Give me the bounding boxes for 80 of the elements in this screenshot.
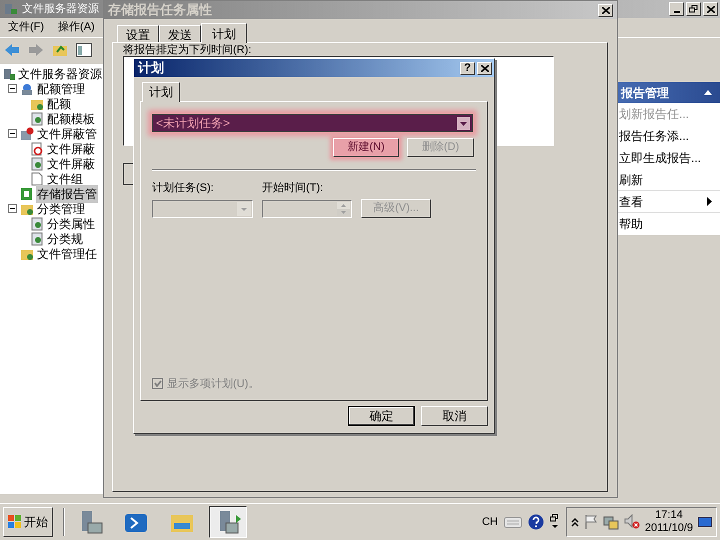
tree-node-icon	[30, 142, 44, 156]
dialog-title: 计划	[138, 59, 164, 78]
close-button[interactable]	[703, 2, 718, 16]
menu-item[interactable]: 操作(A)	[54, 19, 99, 36]
collapse-icon[interactable]	[704, 90, 712, 95]
tree-node-icon	[3, 66, 15, 80]
tab[interactable]: 设置	[117, 25, 159, 42]
tree-node-icon	[30, 156, 44, 170]
close-button[interactable]	[598, 4, 613, 16]
checkbox-label: 显示多项计划(U)。	[167, 376, 260, 392]
restore-caret-icon[interactable]	[550, 514, 560, 530]
task-combo[interactable]	[152, 200, 253, 218]
actions-header-title: 报告管理	[621, 84, 669, 102]
new-button[interactable]: 新建(N)	[333, 138, 399, 157]
tree-item[interactable]: 文件屏蔽管	[36, 124, 98, 142]
flag-icon[interactable]	[584, 514, 598, 530]
window-title: 文件服务器资源	[22, 2, 99, 17]
panel-icon[interactable]	[76, 42, 92, 56]
start-button[interactable]: 开始	[3, 507, 53, 537]
folder-up-icon[interactable]	[52, 42, 68, 56]
close-icon	[480, 64, 488, 72]
tree-item[interactable]: 配额管理	[36, 80, 86, 98]
action-item[interactable]: 刷新	[619, 170, 643, 188]
tree-item[interactable]: 分类规	[46, 230, 84, 248]
task-label: 计划任务(S):	[152, 181, 215, 196]
tab[interactable]: 计划	[201, 23, 247, 43]
ok-button[interactable]: 确定	[348, 406, 415, 426]
action-item[interactable]: 查看	[619, 192, 643, 210]
tree-node-icon	[30, 216, 44, 230]
help-button[interactable]: ?	[460, 62, 475, 74]
help-icon[interactable]	[528, 514, 544, 530]
tree-item[interactable]: 分类属性	[46, 214, 96, 232]
tree-item[interactable]: 文件屏蔽	[46, 154, 96, 172]
action-item[interactable]: 立即生成报告...	[619, 149, 702, 167]
tree-node-icon	[20, 82, 34, 96]
tree-item[interactable]: 配额	[46, 94, 72, 112]
language-indicator[interactable]: CH	[482, 514, 498, 530]
restore-button[interactable]	[686, 2, 701, 16]
minimize-button[interactable]	[669, 2, 684, 16]
schedule-label: 将报告排定为下列时间(R):	[123, 44, 252, 56]
cancel-button[interactable]: 取消	[421, 406, 488, 426]
restore-icon	[689, 5, 698, 13]
start-time-spinner[interactable]	[262, 200, 352, 218]
network-icon[interactable]	[602, 514, 619, 530]
tree-item[interactable]: 分类管理	[36, 200, 86, 218]
start-time-label: 开始时间(T):	[262, 181, 324, 196]
clock-time[interactable]: 17:14	[655, 509, 683, 522]
action-item[interactable]: 报告任务添...	[619, 127, 690, 145]
tree-item[interactable]: 文件屏蔽	[46, 140, 96, 158]
server-icon	[4, 2, 18, 16]
tree-node-icon	[30, 172, 44, 186]
tab[interactable]: 计划	[142, 82, 180, 102]
tree-item[interactable]: 存储报告管	[36, 184, 98, 202]
close-button[interactable]	[477, 62, 492, 74]
close-icon	[706, 6, 714, 12]
task-dropdown[interactable]: <未计划任务>	[152, 114, 473, 132]
tree-node-icon	[20, 186, 34, 200]
show-desktop-icon[interactable]	[698, 515, 712, 529]
tree-item[interactable]: 文件服务器资源	[17, 64, 103, 82]
close-icon	[602, 6, 610, 14]
tree-node-icon	[30, 232, 44, 246]
speaker-muted-icon[interactable]	[624, 514, 640, 530]
chevron-up-icon[interactable]	[570, 517, 579, 527]
tree-item[interactable]: 文件管理任	[36, 244, 98, 262]
collapse-toggle-icon[interactable]	[8, 84, 17, 93]
menu-item[interactable]: 文件(F)	[4, 19, 48, 36]
action-item[interactable]: 帮助	[619, 215, 643, 233]
collapse-toggle-icon[interactable]	[8, 204, 17, 213]
spinner-arrows-icon	[337, 202, 350, 216]
taskbar-app-button[interactable]	[209, 506, 247, 538]
collapse-toggle-icon[interactable]	[8, 129, 17, 138]
tree-item[interactable]: 文件组	[46, 170, 84, 188]
windows-logo-icon	[8, 515, 22, 529]
tree-node-icon	[20, 126, 34, 140]
clock-date[interactable]: 2011/10/9	[644, 522, 693, 535]
tree-node-icon	[30, 112, 44, 126]
dialog-title: 存储报告任务属性	[108, 1, 212, 20]
dropdown-value: <未计划任务>	[156, 115, 230, 132]
tree-item[interactable]: 配额模板	[46, 110, 96, 128]
minimize-icon	[674, 11, 680, 13]
